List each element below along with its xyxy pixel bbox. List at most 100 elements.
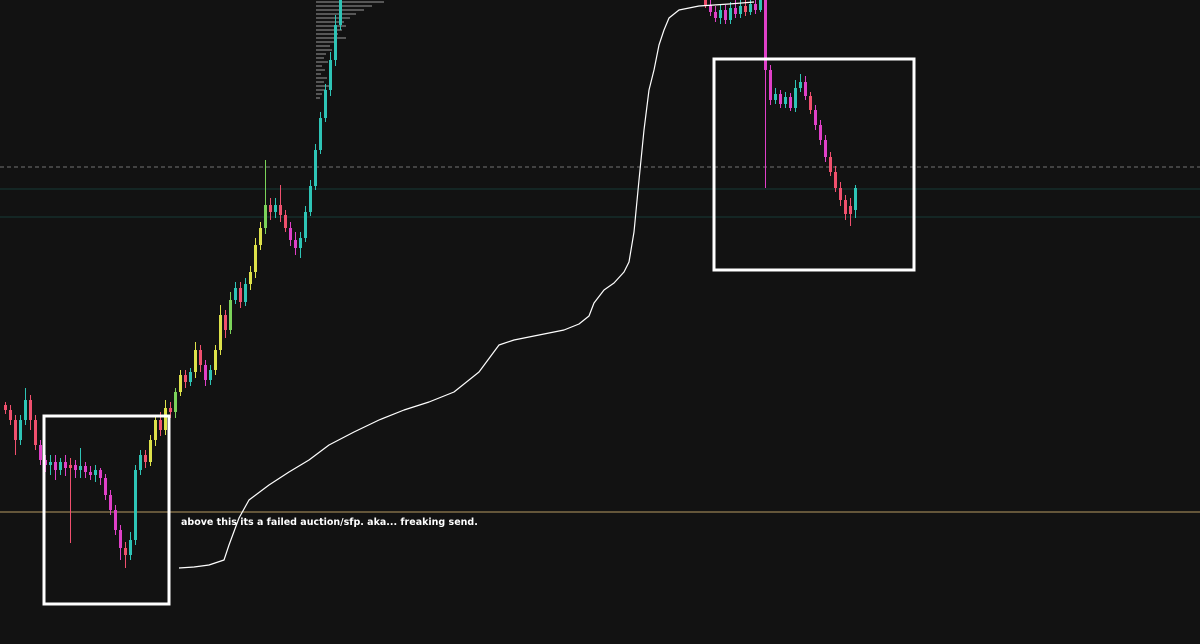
- candle-body: [34, 420, 37, 445]
- candle: [29, 395, 32, 430]
- candle: [49, 455, 52, 475]
- candle-body: [734, 8, 737, 14]
- candle: [789, 93, 792, 111]
- candle: [289, 222, 292, 246]
- candle-body: [334, 25, 337, 60]
- candle-body: [274, 205, 277, 212]
- candle: [134, 465, 137, 545]
- candle: [24, 388, 27, 425]
- candle-body: [64, 462, 67, 468]
- candle: [174, 388, 177, 418]
- candle: [249, 266, 252, 290]
- vwap-line: [178, 1, 755, 569]
- candle: [704, 0, 707, 8]
- candle-body: [289, 228, 292, 240]
- candle: [724, 5, 727, 24]
- candle-body: [84, 466, 87, 472]
- candle-body: [834, 172, 837, 188]
- candle-body: [794, 88, 797, 108]
- candle-body: [249, 272, 252, 284]
- candle-body: [314, 150, 317, 186]
- candle: [89, 466, 92, 480]
- candle: [179, 370, 182, 396]
- candle-body: [709, 5, 712, 12]
- candle: [754, 0, 757, 14]
- candle-body: [139, 455, 142, 470]
- candle: [59, 458, 62, 475]
- vwap-line-group: [178, 1, 755, 569]
- candle: [224, 310, 227, 338]
- candle-body: [829, 157, 832, 172]
- candle: [819, 120, 822, 145]
- candle-body: [149, 440, 152, 462]
- candle: [99, 468, 102, 485]
- candle: [149, 435, 152, 466]
- candle: [139, 450, 142, 475]
- candle: [54, 455, 57, 480]
- candle: [709, 0, 712, 16]
- candle: [14, 415, 17, 455]
- candle: [294, 232, 297, 255]
- candle-body: [704, 0, 707, 5]
- candle: [844, 195, 847, 220]
- candle: [719, 4, 722, 24]
- candle: [329, 52, 332, 96]
- candle-body: [209, 370, 212, 380]
- candle: [299, 232, 302, 258]
- highlight-boxes: [42, 57, 916, 606]
- candle: [94, 465, 97, 482]
- candle: [239, 282, 242, 308]
- candle: [784, 92, 787, 108]
- candle-body: [799, 82, 802, 88]
- candle: [834, 166, 837, 192]
- candle: [824, 135, 827, 162]
- candle-body: [824, 140, 827, 157]
- candle-body: [79, 466, 82, 470]
- candle: [799, 74, 802, 92]
- candle: [729, 1, 732, 24]
- candle: [714, 6, 717, 22]
- candle-body: [114, 510, 117, 530]
- candle: [829, 152, 832, 176]
- candle-body: [49, 462, 52, 465]
- candle: [279, 185, 282, 222]
- candle-body: [184, 375, 187, 382]
- candle: [79, 448, 82, 478]
- candle: [809, 92, 812, 114]
- candle: [769, 65, 772, 105]
- candle: [144, 450, 147, 468]
- candle-body: [784, 97, 787, 104]
- candle-body: [769, 70, 772, 100]
- candle-body: [239, 288, 242, 302]
- candle: [209, 365, 212, 385]
- candle-body: [154, 420, 157, 440]
- candle: [69, 458, 72, 543]
- candle: [19, 415, 22, 445]
- candle: [109, 490, 112, 515]
- candle-body: [754, 4, 757, 10]
- candle-body: [774, 94, 777, 100]
- candle-body: [729, 8, 732, 20]
- candle: [314, 144, 317, 190]
- candle-body: [69, 465, 72, 468]
- candle-body: [839, 188, 842, 200]
- candle-body: [54, 462, 57, 470]
- candle-body: [24, 400, 27, 420]
- candle: [814, 105, 817, 130]
- candle: [854, 185, 857, 218]
- candle-body: [724, 10, 727, 20]
- candle-body: [319, 118, 322, 150]
- candle-body: [309, 186, 312, 212]
- candle-body: [744, 6, 747, 12]
- candle: [764, 0, 767, 188]
- candle-body: [29, 400, 32, 420]
- candle: [309, 180, 312, 216]
- candle: [849, 198, 852, 226]
- candle-body: [109, 495, 112, 510]
- candle: [319, 112, 322, 154]
- candle: [104, 474, 107, 500]
- candle-body: [204, 365, 207, 380]
- candle-body: [14, 420, 17, 440]
- candle-body: [144, 455, 147, 462]
- candle-body: [59, 462, 62, 470]
